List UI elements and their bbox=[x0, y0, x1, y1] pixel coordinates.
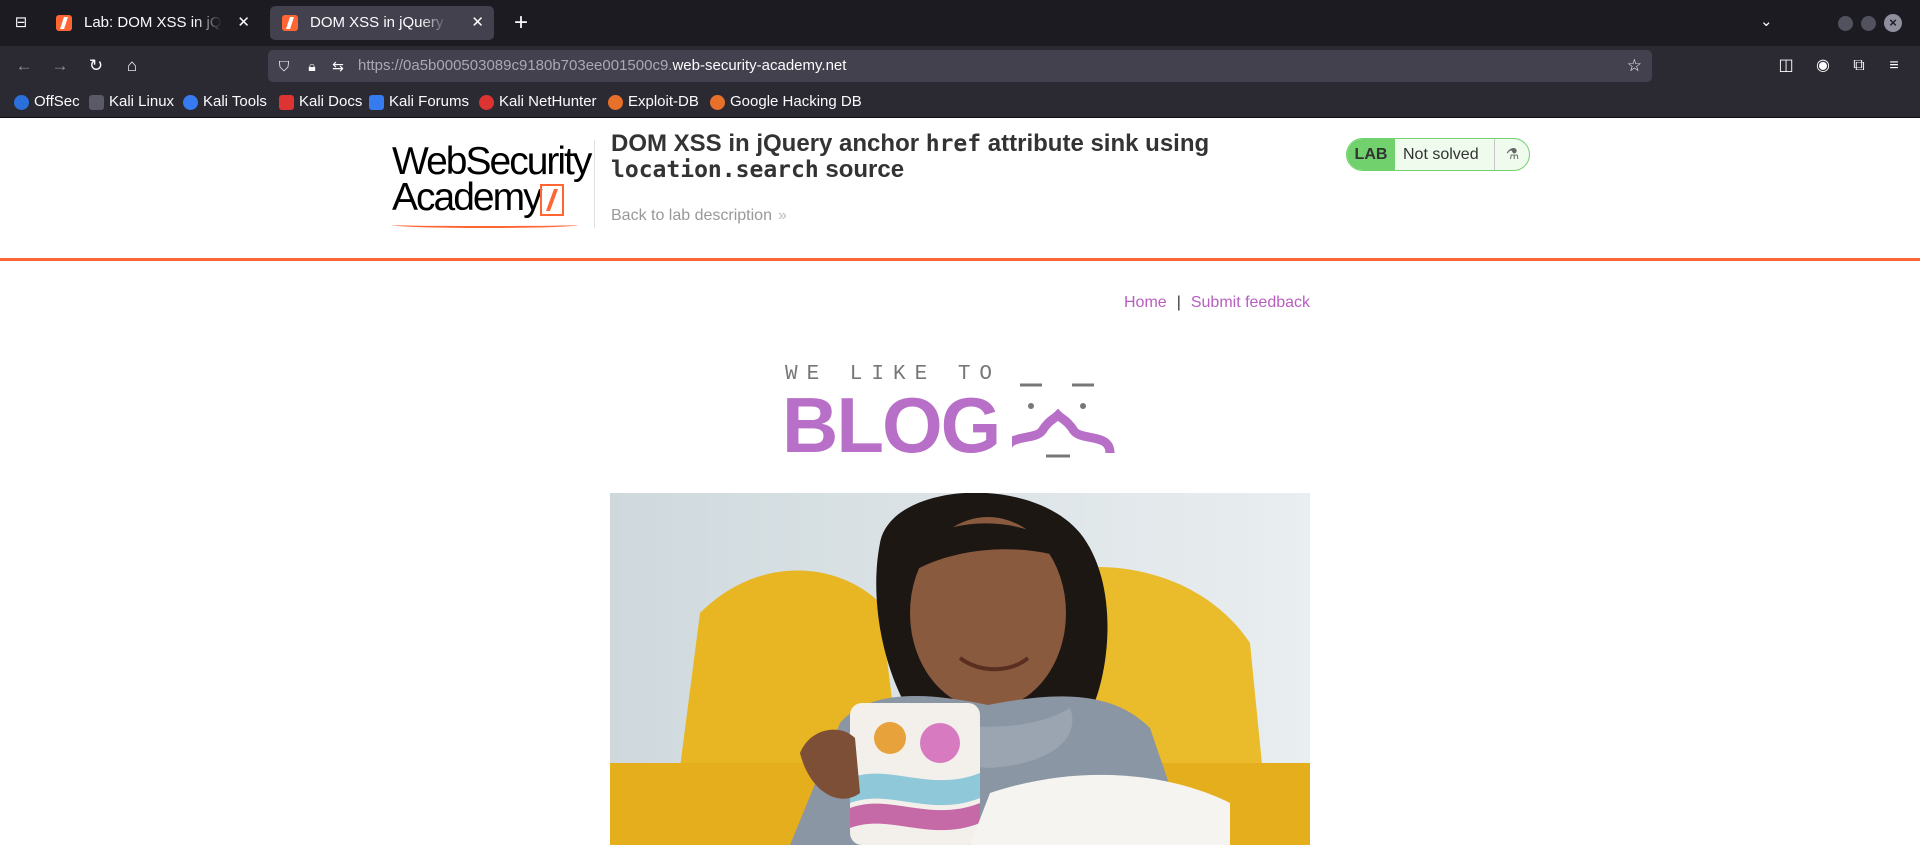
window-close-button[interactable]: × bbox=[1884, 14, 1902, 32]
kali-forums-icon bbox=[369, 95, 384, 110]
double-chevron-right-icon: » bbox=[777, 207, 787, 224]
kali-docs-icon bbox=[279, 95, 294, 110]
bookmark-google-hacking-db[interactable]: Google Hacking DB bbox=[710, 92, 862, 112]
exploit-db-icon bbox=[608, 95, 623, 110]
blog-face-icon bbox=[1012, 383, 1115, 458]
pocket-icon[interactable]: ◫ bbox=[1774, 54, 1798, 78]
portswigger-favicon-icon bbox=[282, 15, 298, 31]
lock-icon[interactable]: 🔒︎ bbox=[302, 56, 322, 76]
submit-feedback-link[interactable]: Submit feedback bbox=[1191, 294, 1310, 311]
logo-line-2: Academy bbox=[392, 176, 543, 219]
code-location-search: location.search bbox=[611, 157, 819, 183]
portswigger-favicon-icon bbox=[56, 15, 72, 31]
bookmark-offsec[interactable]: OffSec bbox=[14, 92, 80, 112]
bookmark-star-icon[interactable]: ☆ bbox=[1627, 56, 1642, 76]
logo-swoosh bbox=[392, 222, 578, 228]
url-prefix: https://0a5b000503089c9180b703ee001500c9… bbox=[358, 57, 673, 74]
kali-tools-icon bbox=[183, 95, 198, 110]
navigation-toolbar: ← → ↻ ⌂ ⛉ 🔒︎ ⇆ https://0a5b000503089c918… bbox=[0, 46, 1920, 86]
flask-icon: ⚗ bbox=[1494, 139, 1529, 170]
tab-title: Lab: DOM XSS in jQuery anchor bbox=[84, 14, 222, 31]
reload-icon[interactable]: ↻ bbox=[84, 54, 108, 78]
blog-hero-image[interactable] bbox=[610, 493, 1310, 845]
url-domain: web-security-academy.net bbox=[672, 57, 847, 74]
lab-status-widget: LAB Not solved ⚗ bbox=[1346, 138, 1530, 171]
menu-icon[interactable]: ≡ bbox=[1882, 54, 1906, 78]
bookmark-exploit-db[interactable]: Exploit-DB bbox=[608, 92, 699, 112]
bookmark-kali-forums[interactable]: Kali Forums bbox=[369, 92, 469, 112]
home-link[interactable]: Home bbox=[1124, 294, 1167, 311]
chevron-down-icon[interactable]: ⌄ bbox=[1760, 12, 1773, 30]
lab-badge: LAB bbox=[1347, 139, 1395, 170]
woman-with-mug-photo bbox=[610, 493, 1310, 845]
account-icon[interactable]: ◉ bbox=[1811, 54, 1835, 78]
tab-list-icon[interactable]: ⊟ bbox=[10, 12, 32, 34]
page-nav: Home | Submit feedback bbox=[1124, 294, 1310, 312]
tab-lab-active[interactable]: DOM XSS in jQuery anchor ✕ bbox=[270, 6, 494, 40]
maximize-button[interactable] bbox=[1861, 16, 1876, 31]
bookmark-kali-nethunter[interactable]: Kali NetHunter bbox=[479, 92, 597, 112]
page-content: WebSecurity Academy DOM XSS in jQuery an… bbox=[0, 118, 1920, 845]
ghdb-icon bbox=[710, 95, 725, 110]
url-text[interactable]: https://0a5b000503089c9180b703ee001500c9… bbox=[358, 57, 846, 74]
bookmark-kali-tools[interactable]: Kali Tools bbox=[183, 92, 267, 112]
bookmarks-toolbar: OffSec Kali Linux Kali Tools Kali Docs K… bbox=[0, 86, 1920, 118]
header-divider bbox=[594, 140, 595, 228]
close-tab-icon[interactable]: ✕ bbox=[471, 6, 484, 40]
tab-bar: ⊟ Lab: DOM XSS in jQuery anchor ✕ DOM XS… bbox=[0, 0, 1920, 46]
minimize-button[interactable] bbox=[1838, 16, 1853, 31]
web-security-academy-logo[interactable]: WebSecurity Academy bbox=[392, 140, 592, 230]
bookmark-kali-linux[interactable]: Kali Linux bbox=[89, 92, 174, 112]
extensions-icon[interactable]: ⧉ bbox=[1847, 54, 1871, 78]
lab-status-text: Not solved bbox=[1403, 146, 1479, 163]
forward-arrow-icon[interactable]: → bbox=[48, 54, 72, 78]
back-arrow-icon[interactable]: ← bbox=[12, 54, 36, 78]
nav-separator: | bbox=[1176, 294, 1181, 311]
lab-title: DOM XSS in jQuery anchor href attribute … bbox=[611, 130, 1210, 183]
url-bar[interactable]: ⛉ 🔒︎ ⇆ https://0a5b000503089c9180b703ee0… bbox=[268, 50, 1652, 82]
logo-bolt-icon bbox=[540, 184, 564, 216]
back-to-lab-description-link[interactable]: Back to lab description» bbox=[611, 207, 787, 225]
academy-header: WebSecurity Academy DOM XSS in jQuery an… bbox=[0, 118, 1920, 261]
blog-logo: WE LIKE TO BLOG bbox=[782, 363, 1142, 473]
offsec-icon bbox=[14, 95, 29, 110]
home-icon[interactable]: ⌂ bbox=[120, 54, 144, 78]
shield-icon[interactable]: ⛉ bbox=[274, 56, 294, 76]
permissions-icon[interactable]: ⇆ bbox=[328, 56, 348, 76]
bookmark-kali-docs[interactable]: Kali Docs bbox=[279, 92, 362, 112]
new-tab-button[interactable]: + bbox=[506, 8, 536, 38]
tab-lab-description[interactable]: Lab: DOM XSS in jQuery anchor ✕ bbox=[44, 6, 260, 40]
blog-word: BLOG bbox=[782, 381, 1001, 469]
nethunter-icon bbox=[479, 95, 494, 110]
code-href: href bbox=[925, 131, 982, 157]
kali-dragon-icon bbox=[89, 95, 104, 110]
close-tab-icon[interactable]: ✕ bbox=[237, 6, 250, 40]
tab-title: DOM XSS in jQuery anchor bbox=[310, 14, 448, 31]
